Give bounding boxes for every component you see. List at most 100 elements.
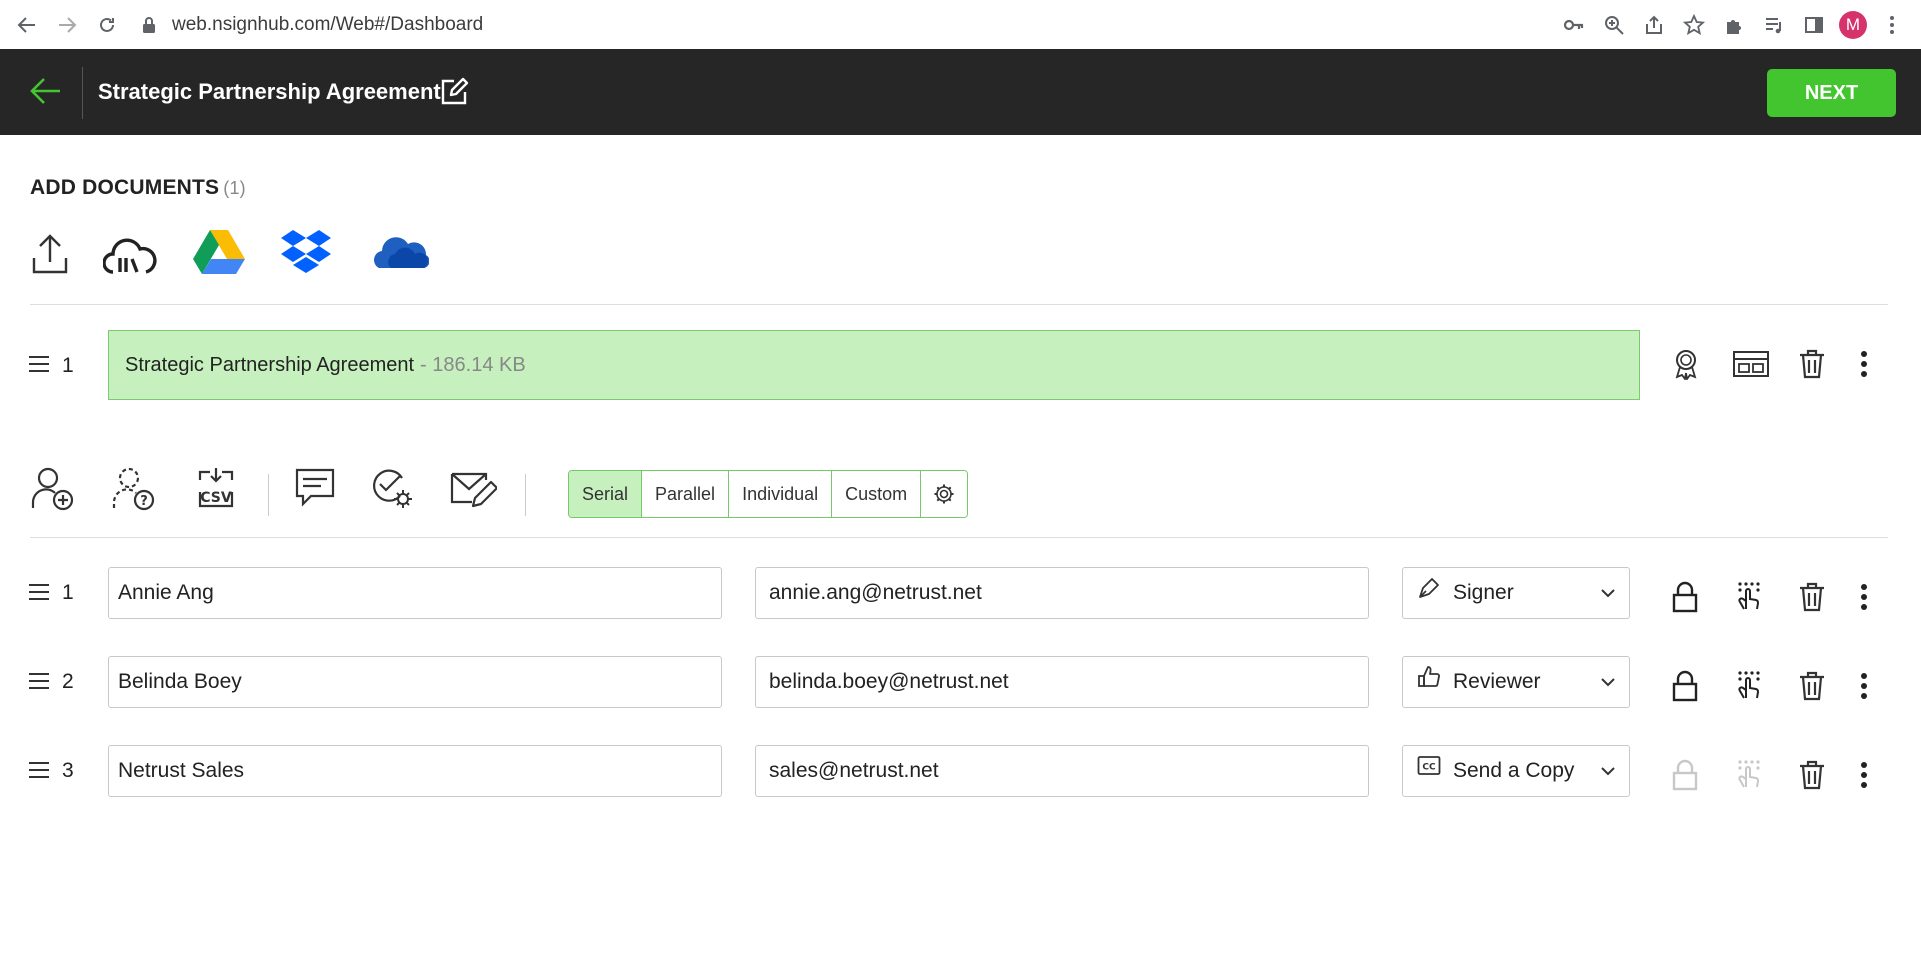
side-panel-icon[interactable]	[1799, 10, 1829, 40]
pen-icon	[1419, 578, 1439, 598]
recipient-drag-handle-icon[interactable]	[28, 761, 50, 779]
recipient-settings-button[interactable]	[370, 466, 420, 516]
recipient-drag-handle-icon[interactable]	[28, 672, 50, 690]
role-dropdown[interactable]: CC Send a Copy	[1402, 745, 1630, 797]
workflow-settings-button[interactable]	[921, 471, 968, 517]
dropbox-icon	[281, 230, 331, 273]
trash-icon	[1800, 760, 1824, 790]
recipient-more-button[interactable]	[1849, 580, 1879, 614]
delete-document-button[interactable]	[1795, 347, 1829, 381]
more-vertical-icon	[1861, 351, 1867, 377]
recipient-name-input[interactable]	[108, 745, 722, 797]
arrow-left-icon	[30, 78, 60, 104]
trash-icon	[1800, 349, 1824, 379]
address-bar-url: web.nsignhub.com/Web#/Dashboard	[172, 14, 484, 35]
upload-button[interactable]	[30, 228, 70, 280]
divider	[30, 304, 1888, 305]
extensions-icon[interactable]	[1719, 10, 1749, 40]
recipient-name-input[interactable]	[108, 567, 722, 619]
chevron-down-icon	[1601, 767, 1615, 776]
browser-menu-icon[interactable]	[1877, 10, 1907, 40]
document-count: (1)	[223, 178, 246, 198]
lock-icon	[1672, 581, 1698, 613]
address-bar[interactable]: web.nsignhub.com/Web#/Dashboard	[140, 6, 1660, 44]
chevron-down-icon	[1601, 589, 1615, 598]
document-more-button[interactable]	[1849, 347, 1879, 381]
certificate-button[interactable]	[1669, 347, 1703, 381]
message-button[interactable]	[293, 466, 343, 516]
layout-icon	[1733, 351, 1769, 377]
browser-toolbar: web.nsignhub.com/Web#/Dashboard M	[0, 0, 1921, 50]
document-name: Strategic Partnership Agreement	[125, 353, 415, 376]
placeholder-recipient-button[interactable]: ?	[111, 466, 161, 516]
app-header: Strategic Partnership Agreement NEXT	[0, 49, 1921, 135]
workflow-selector: Serial Parallel Individual Custom	[568, 470, 969, 518]
add-documents-label: ADD DOCUMENTS	[30, 176, 220, 199]
lock-recipient-button[interactable]	[1668, 669, 1702, 703]
more-vertical-icon	[1861, 584, 1867, 610]
onedrive-button[interactable]	[369, 228, 429, 280]
email-settings-button[interactable]	[449, 466, 499, 516]
media-queue-icon[interactable]	[1759, 10, 1789, 40]
lock-icon	[143, 17, 155, 33]
signature-field-button[interactable]	[1731, 580, 1765, 614]
bookmark-star-icon[interactable]	[1679, 10, 1709, 40]
zoom-icon[interactable]	[1599, 10, 1629, 40]
edit-title-button[interactable]	[438, 76, 470, 108]
email-edit-icon	[450, 472, 497, 508]
document-item[interactable]: Strategic Partnership Agreement - 186.14…	[108, 330, 1640, 400]
profile-avatar[interactable]: M	[1839, 10, 1867, 39]
more-vertical-icon	[1861, 673, 1867, 699]
more-vertical-icon	[1861, 762, 1867, 788]
dropbox-button[interactable]	[280, 228, 332, 280]
next-button[interactable]: NEXT	[1767, 69, 1896, 117]
password-key-icon[interactable]	[1559, 10, 1589, 40]
import-csv-button[interactable]: CSV	[192, 466, 242, 516]
document-title: Strategic Partnership Agreement	[98, 79, 441, 104]
hand-grid-icon	[1738, 760, 1760, 788]
google-drive-button[interactable]	[193, 228, 245, 280]
delete-recipient-button[interactable]	[1795, 669, 1829, 703]
reload-icon	[100, 17, 114, 32]
lock-recipient-button[interactable]	[1668, 580, 1702, 614]
recipient-more-button[interactable]	[1849, 758, 1879, 792]
recipient-index: 3	[62, 759, 74, 782]
role-label: Send a Copy	[1453, 759, 1575, 782]
browser-back-button[interactable]	[14, 12, 40, 38]
check-settings-icon	[373, 469, 412, 508]
cloud-library-button[interactable]	[103, 228, 157, 280]
back-button[interactable]	[26, 71, 66, 111]
role-label: Reviewer	[1453, 670, 1541, 693]
share-icon[interactable]	[1639, 10, 1669, 40]
svg-text:CC: CC	[1422, 763, 1436, 773]
workflow-custom-option[interactable]: Custom	[832, 471, 922, 517]
workflow-serial-option[interactable]: Serial	[569, 471, 643, 517]
signature-field-button[interactable]	[1731, 669, 1765, 703]
page-layout-button[interactable]	[1731, 347, 1771, 381]
recipient-drag-handle-icon[interactable]	[28, 583, 50, 601]
toolbar-divider	[268, 474, 269, 516]
delete-recipient-button[interactable]	[1795, 580, 1829, 614]
signature-field-button-disabled	[1731, 758, 1765, 792]
drag-handle-icon[interactable]	[28, 355, 50, 373]
workflow-individual-option[interactable]: Individual	[729, 471, 833, 517]
toolbar-divider	[525, 474, 526, 516]
workflow-parallel-option[interactable]: Parallel	[642, 471, 730, 517]
add-recipient-button[interactable]	[30, 466, 80, 516]
document-size: - 186.14 KB	[420, 353, 526, 376]
arrow-right-icon	[59, 17, 77, 33]
edit-icon	[441, 77, 469, 105]
role-dropdown[interactable]: Reviewer	[1402, 656, 1630, 708]
add-user-icon	[31, 467, 74, 511]
recipient-email-input[interactable]	[755, 656, 1369, 708]
recipient-email-input[interactable]	[755, 745, 1369, 797]
browser-reload-button[interactable]	[94, 12, 120, 38]
recipient-name-input[interactable]	[108, 656, 722, 708]
browser-forward-button[interactable]	[54, 12, 80, 38]
delete-recipient-button[interactable]	[1795, 758, 1829, 792]
unknown-user-icon: ?	[112, 467, 155, 511]
recipient-more-button[interactable]	[1849, 669, 1879, 703]
role-dropdown[interactable]: Signer	[1402, 567, 1630, 619]
csv-icon: CSV	[198, 468, 234, 508]
recipient-email-input[interactable]	[755, 567, 1369, 619]
